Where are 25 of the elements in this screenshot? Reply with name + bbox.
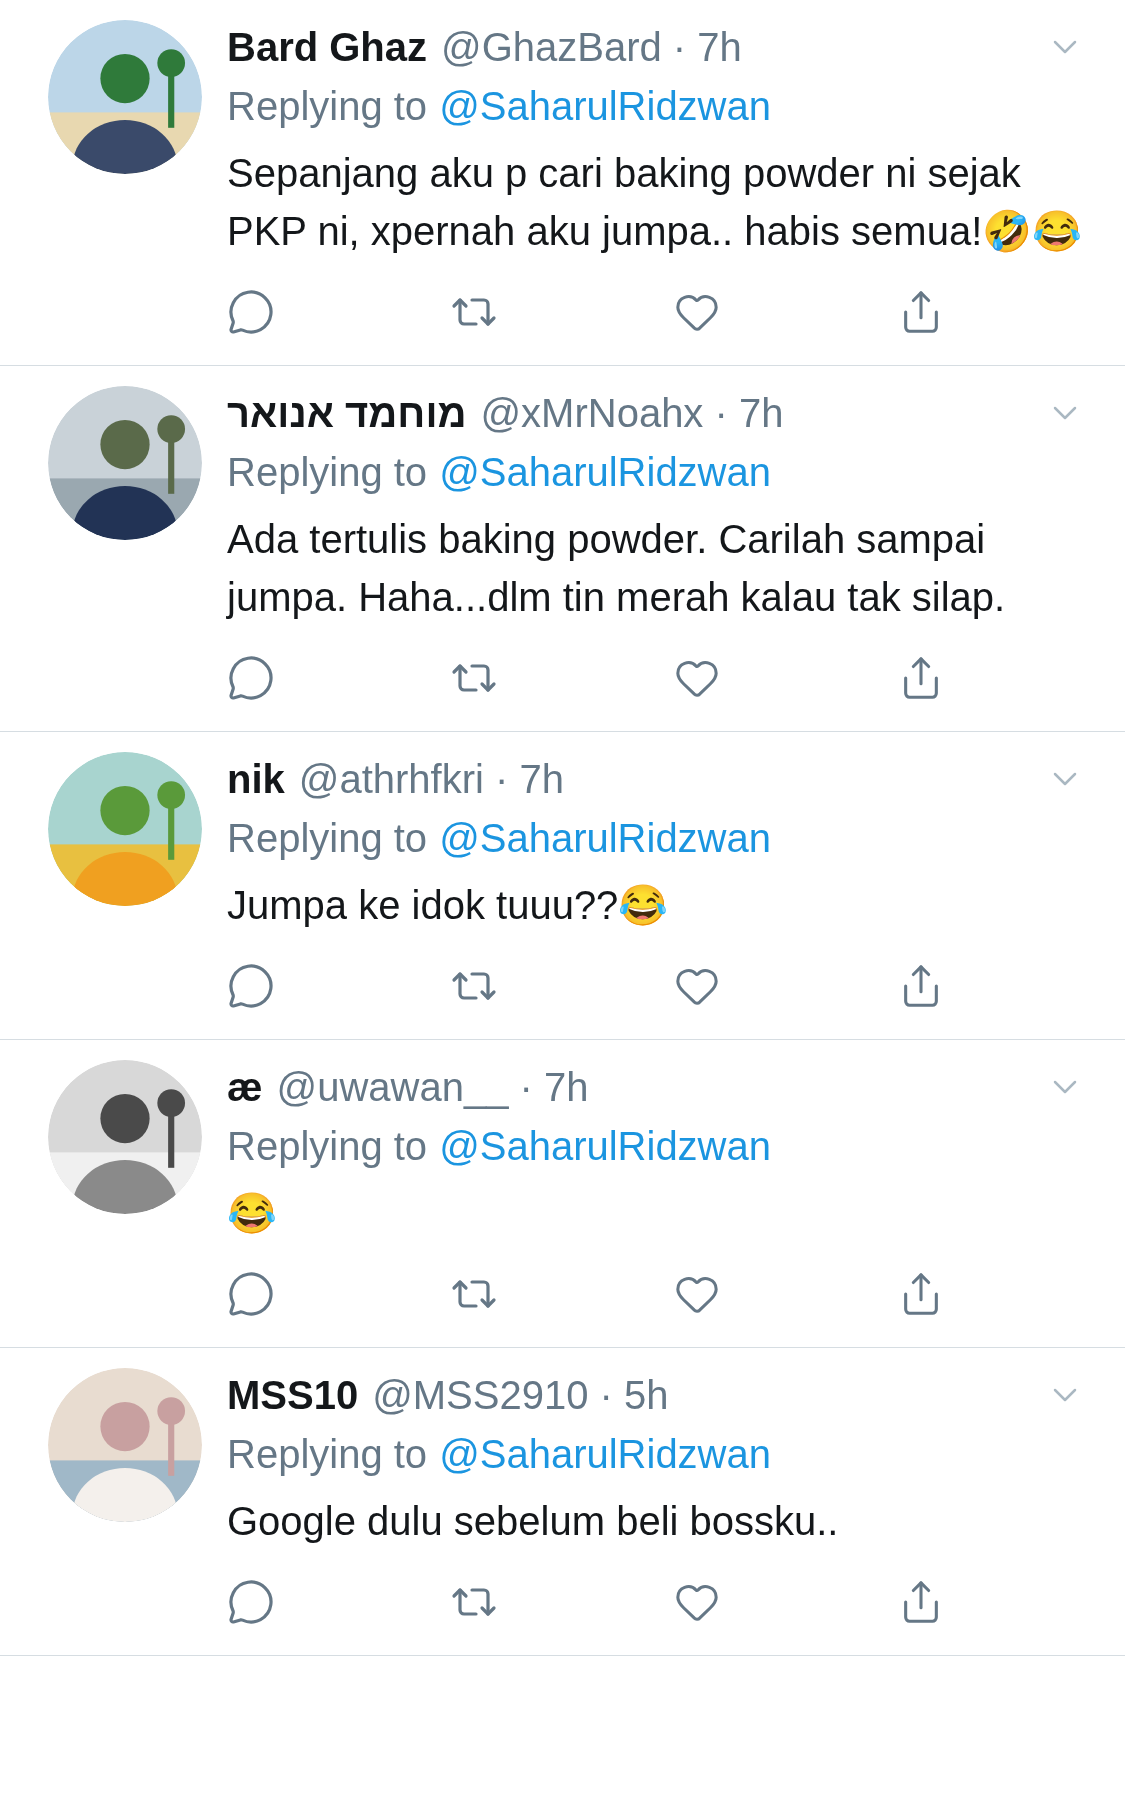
reply-icon[interactable] [227, 1578, 275, 1626]
tweet-text: Jumpa ke idok tuuu??😂 [227, 882, 670, 929]
handle-time: @uwawan__ · 7h [276, 1064, 589, 1111]
handle-time: @xMrNoahx · 7h [480, 390, 784, 437]
tweet-text: Sepanjang aku p cari baking powder ni sejak PKP ni, xpernah aku jumpa.. habis semua!🤣😂 [227, 150, 1084, 255]
user-name[interactable]: nik [227, 749, 285, 809]
handle-time: @athrhfkri · 7h [298, 756, 564, 803]
tweet-text: Ada tertulis baking powder. Carilah sampai jumpa. Haha...dlm tin merah kalau tak silap. [227, 516, 1007, 621]
replying-label: Replying to [227, 1123, 428, 1170]
reply-icon[interactable] [227, 962, 275, 1010]
reply-icon[interactable] [227, 654, 275, 702]
user-name[interactable]: æ [227, 1057, 263, 1117]
user-name[interactable]: Bard Ghaz [227, 17, 428, 77]
handle-time: @GhazBard · 7h [441, 24, 742, 71]
replying-label: Replying to [227, 83, 428, 130]
tweet-text: 😂 [227, 1190, 278, 1237]
handle-time: @MSS2910 · 5h [372, 1372, 669, 1419]
replying-label: Replying to [227, 1431, 428, 1478]
user-name[interactable]: MSS10 [227, 1365, 359, 1425]
replying-label: Replying to [227, 449, 428, 496]
reply-icon[interactable] [227, 288, 275, 336]
tweet-text: Google dulu sebelum beli bossku.. [227, 1498, 840, 1545]
user-name[interactable]: מוחמד אנואר [227, 383, 467, 443]
reply-icon[interactable] [227, 1270, 275, 1318]
replying-label: Replying to [227, 815, 428, 862]
